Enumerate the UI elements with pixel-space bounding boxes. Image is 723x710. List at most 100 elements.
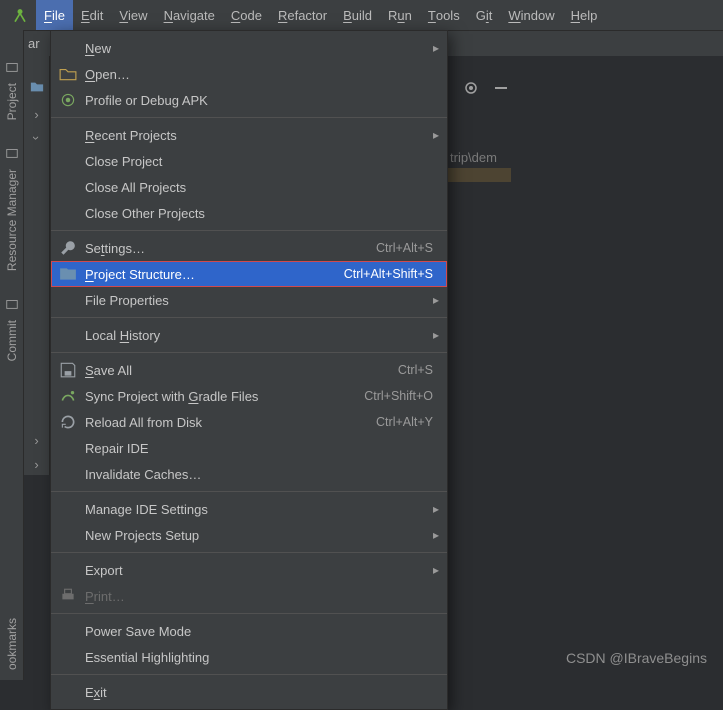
- menu-item-label: Manage IDE Settings: [85, 502, 433, 517]
- menu-item-close-all-projects[interactable]: Close All Projects: [51, 174, 447, 200]
- menu-separator: [51, 117, 447, 118]
- menu-item-label: Recent Projects: [85, 128, 433, 143]
- menubar-item-navigate[interactable]: Navigate: [156, 0, 223, 30]
- folder-icon: [5, 146, 19, 163]
- menu-item-label: Close Other Projects: [85, 206, 433, 221]
- chevron-right-icon: ▸: [433, 528, 439, 542]
- menubar-item-file[interactable]: File: [36, 0, 73, 30]
- menu-item-label: Power Save Mode: [85, 624, 433, 639]
- highlight-bar: [445, 168, 511, 182]
- menu-item-local-history[interactable]: Local History▸: [51, 322, 447, 348]
- tree-expand-right[interactable]: ›: [26, 429, 48, 451]
- save-icon: [59, 361, 77, 379]
- menu-shortcut: Ctrl+Alt+S: [376, 241, 433, 255]
- print-icon: [59, 587, 77, 605]
- menu-item-label: Save All: [85, 363, 390, 378]
- menu-separator: [51, 552, 447, 553]
- menu-shortcut: Ctrl+Shift+O: [364, 389, 433, 403]
- panel-toolbar: [463, 80, 509, 99]
- toolwindow-resource-manager[interactable]: Resource Manager: [0, 146, 24, 281]
- menu-item-label: Essential Highlighting: [85, 650, 433, 665]
- menubar-item-edit[interactable]: Edit: [73, 0, 111, 30]
- menu-item-exit[interactable]: Exit: [51, 679, 447, 705]
- menubar-item-tools[interactable]: Tools: [420, 0, 468, 30]
- menu-item-new[interactable]: New▸: [51, 35, 447, 61]
- chevron-right-icon: ▸: [433, 328, 439, 342]
- menu-item-label: Open…: [85, 67, 433, 82]
- tree-expand-right[interactable]: ›: [26, 103, 48, 125]
- path-fragment: trip\dem: [450, 150, 497, 165]
- menu-shortcut: Ctrl+Alt+Y: [376, 415, 433, 429]
- chevron-right-icon: ▸: [433, 502, 439, 516]
- menu-item-label: Print…: [85, 589, 433, 604]
- menu-item-label: File Properties: [85, 293, 433, 308]
- menubar-item-code[interactable]: Code: [223, 0, 270, 30]
- menu-item-close-other-projects[interactable]: Close Other Projects: [51, 200, 447, 226]
- menu-item-invalidate-caches[interactable]: Invalidate Caches…: [51, 461, 447, 487]
- tree-expand-down[interactable]: ›: [26, 127, 48, 149]
- chevron-right-icon: ▸: [433, 128, 439, 142]
- gradle-icon: [59, 387, 77, 405]
- reload-icon: [59, 413, 77, 431]
- menu-item-new-projects-setup[interactable]: New Projects Setup▸: [51, 522, 447, 548]
- watermark-text: CSDN @IBraveBegins: [566, 650, 707, 666]
- menu-item-label: Close All Projects: [85, 180, 433, 195]
- menu-shortcut: Ctrl+S: [398, 363, 433, 377]
- menu-shortcut: Ctrl+Alt+Shift+S: [344, 267, 433, 281]
- menubar-item-git[interactable]: Git: [468, 0, 501, 30]
- menu-separator: [51, 613, 447, 614]
- toolwindow-commit[interactable]: Commit: [0, 297, 24, 371]
- menubar-item-help[interactable]: Help: [563, 0, 606, 30]
- toolwindow-project[interactable]: Project: [0, 60, 24, 130]
- menu-item-label: Invalidate Caches…: [85, 467, 433, 482]
- menu-item-label: Profile or Debug APK: [85, 93, 433, 108]
- menu-item-sync-project-with-gradle-files[interactable]: Sync Project with Gradle Files Ctrl+Shift…: [51, 383, 447, 409]
- menu-item-recent-projects[interactable]: Recent Projects▸: [51, 122, 447, 148]
- menu-item-repair-ide[interactable]: Repair IDE: [51, 435, 447, 461]
- toolwindow-label: Resource Manager: [5, 165, 19, 275]
- menu-separator: [51, 674, 447, 675]
- menubar-item-run[interactable]: Run: [380, 0, 420, 30]
- project-tree-gutter: › › › ›: [24, 56, 50, 475]
- menubar-item-build[interactable]: Build: [335, 0, 380, 30]
- chevron-right-icon: ▸: [433, 293, 439, 307]
- menu-item-label: Sync Project with Gradle Files: [85, 389, 356, 404]
- toolwindow-ookmarks[interactable]: ookmarks: [0, 614, 24, 680]
- menu-item-label: New: [85, 41, 433, 56]
- folder-icon: [5, 60, 19, 77]
- menubar-item-view[interactable]: View: [111, 0, 155, 30]
- toolwindow-label: ookmarks: [5, 614, 19, 674]
- menu-item-project-structure[interactable]: Project Structure…Ctrl+Alt+Shift+S: [51, 261, 447, 287]
- menu-item-print: Print…: [51, 583, 447, 609]
- menu-item-power-save-mode[interactable]: Power Save Mode: [51, 618, 447, 644]
- tree-expand-right[interactable]: ›: [26, 453, 48, 475]
- menu-item-reload-all-from-disk[interactable]: Reload All from Disk Ctrl+Alt+Y: [51, 409, 447, 435]
- menu-item-label: Reload All from Disk: [85, 415, 368, 430]
- menu-item-close-project[interactable]: Close Project: [51, 148, 447, 174]
- menu-item-label: New Projects Setup: [85, 528, 433, 543]
- minimize-icon[interactable]: [493, 80, 509, 99]
- menu-item-save-all[interactable]: Save All Ctrl+S: [51, 357, 447, 383]
- menu-item-settings[interactable]: Settings… Ctrl+Alt+S: [51, 235, 447, 261]
- menu-item-profile-or-debug-apk[interactable]: Profile or Debug APK: [51, 87, 447, 113]
- menu-item-essential-highlighting[interactable]: Essential Highlighting: [51, 644, 447, 670]
- android-studio-icon: [10, 5, 30, 25]
- path-fragment: ar: [28, 36, 40, 51]
- gear-icon[interactable]: [463, 80, 479, 99]
- menubar-item-refactor[interactable]: Refactor: [270, 0, 335, 30]
- file-menu-dropdown: New▸Open…Profile or Debug APKRecent Proj…: [50, 30, 448, 710]
- menu-separator: [51, 317, 447, 318]
- menu-item-open[interactable]: Open…: [51, 61, 447, 87]
- folder-icon: [5, 297, 19, 314]
- debug-icon: [59, 91, 77, 109]
- menu-item-export[interactable]: Export▸: [51, 557, 447, 583]
- toolwindow-label: Commit: [5, 316, 19, 365]
- menu-item-manage-ide-settings[interactable]: Manage IDE Settings▸: [51, 496, 447, 522]
- structure-icon: [59, 265, 77, 283]
- menu-item-label: Exit: [85, 685, 433, 700]
- menu-item-file-properties[interactable]: File Properties▸: [51, 287, 447, 313]
- menu-item-label: Settings…: [85, 241, 368, 256]
- menubar-item-window[interactable]: Window: [500, 0, 562, 30]
- toolwindow-label: Project: [5, 79, 19, 124]
- menu-item-label: Local History: [85, 328, 433, 343]
